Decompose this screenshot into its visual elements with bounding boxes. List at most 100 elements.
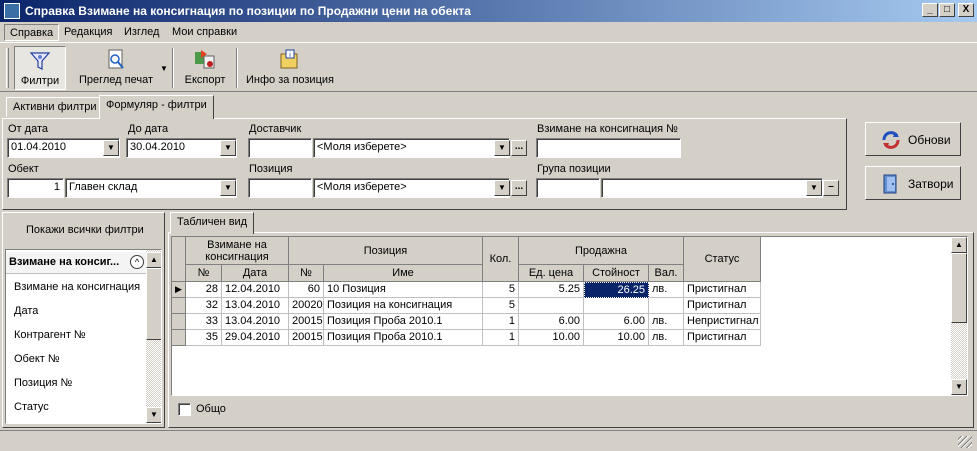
- object-code-input[interactable]: 1: [7, 178, 64, 198]
- table-cell[interactable]: 32: [186, 298, 222, 314]
- list-scroll-thumb[interactable]: [146, 268, 161, 340]
- table-cell[interactable]: 29.04.2010: [222, 330, 289, 346]
- header-date[interactable]: Дата: [222, 265, 289, 282]
- item-group-clear-button[interactable]: –: [823, 180, 839, 196]
- header-sale[interactable]: Продажна: [519, 237, 684, 265]
- table-cell[interactable]: Непристигнал: [684, 314, 761, 330]
- header-status[interactable]: Статус: [684, 237, 761, 282]
- list-item[interactable]: Обект №: [14, 353, 60, 365]
- total-checkbox[interactable]: [178, 403, 191, 416]
- table-cell[interactable]: [584, 298, 649, 314]
- supplier-dropdown-icon[interactable]: ▼: [494, 140, 510, 156]
- table-cell[interactable]: 10.00: [584, 330, 649, 346]
- list-item[interactable]: Статус: [14, 401, 49, 413]
- resize-grip-icon[interactable]: [958, 436, 972, 448]
- table-cell[interactable]: Позиция на консигнация: [324, 298, 483, 314]
- maximize-button[interactable]: □: [939, 3, 955, 17]
- object-dropdown-icon[interactable]: ▼: [220, 180, 236, 196]
- header-currency[interactable]: Вал.: [649, 265, 684, 282]
- table-cell[interactable]: лв.: [649, 314, 684, 330]
- data-grid[interactable]: Взимане на консигнация Позиция Кол. Прод…: [171, 236, 968, 396]
- menu-report[interactable]: Справка: [4, 24, 60, 41]
- table-cell[interactable]: 12.04.2010: [222, 282, 289, 298]
- header-consignment[interactable]: Взимане на консигнация: [186, 237, 289, 265]
- list-item[interactable]: Контрагент №: [14, 329, 86, 341]
- table-cell[interactable]: 6.00: [519, 314, 584, 330]
- table-cell[interactable]: 10 Позиция: [324, 282, 483, 298]
- table-cell[interactable]: 1: [483, 330, 519, 346]
- grid-scroll-down-icon[interactable]: ▼: [951, 379, 967, 395]
- item-code-input[interactable]: [248, 178, 312, 198]
- supplier-code-input[interactable]: [248, 138, 312, 158]
- table-cell[interactable]: Позиция Проба 2010.1: [324, 314, 483, 330]
- filters-button[interactable]: Филтри: [14, 46, 66, 90]
- filter-fields-list[interactable]: Взимане на консиг... ^ Взимане на консиг…: [5, 249, 162, 424]
- minimize-button[interactable]: _: [922, 3, 938, 17]
- menu-my-reports[interactable]: Мои справки: [167, 24, 242, 41]
- supplier-select[interactable]: <Моля изберете>: [313, 138, 510, 158]
- table-cell[interactable]: 13.04.2010: [222, 298, 289, 314]
- show-all-filters-label[interactable]: Покажи всички филтри: [26, 224, 144, 236]
- tab-form-filters[interactable]: Формуляр - филтри: [99, 95, 214, 119]
- close-button[interactable]: Затвори: [865, 166, 961, 200]
- table-cell[interactable]: 20015: [289, 330, 324, 346]
- print-preview-dropdown-icon[interactable]: ▼: [160, 64, 168, 73]
- header-item[interactable]: Позиция: [289, 237, 483, 265]
- header-name[interactable]: Име: [324, 265, 483, 282]
- header-value[interactable]: Стойност: [584, 265, 649, 282]
- table-cell[interactable]: 33: [186, 314, 222, 330]
- list-scroll-up-icon[interactable]: ▲: [146, 252, 161, 268]
- table-cell[interactable]: 5: [483, 282, 519, 298]
- table-cell[interactable]: 10.00: [519, 330, 584, 346]
- to-date-dropdown-icon[interactable]: ▼: [220, 140, 236, 156]
- tab-active-filters[interactable]: Активни филтри: [6, 97, 104, 117]
- item-info-button[interactable]: i Инфо за позиция: [244, 46, 336, 90]
- table-cell[interactable]: [519, 298, 584, 314]
- close-window-button[interactable]: X: [958, 3, 974, 17]
- header-qty[interactable]: Кол.: [483, 237, 519, 282]
- menu-view[interactable]: Изглед: [119, 24, 164, 41]
- table-cell[interactable]: 20015: [289, 314, 324, 330]
- item-browse-button[interactable]: ...: [511, 180, 527, 196]
- grid-scroll-thumb[interactable]: [951, 253, 967, 323]
- table-cell[interactable]: 1: [483, 314, 519, 330]
- item-group-select[interactable]: [601, 178, 823, 198]
- menu-edit[interactable]: Редакция: [59, 24, 117, 41]
- table-cell[interactable]: лв.: [649, 330, 684, 346]
- list-header[interactable]: Взимане на консиг... ^: [6, 252, 146, 274]
- list-scroll-down-icon[interactable]: ▼: [146, 407, 161, 423]
- header-unit-price[interactable]: Ед. цена: [519, 265, 584, 282]
- table-cell[interactable]: лв.: [649, 282, 684, 298]
- table-cell[interactable]: 28: [186, 282, 222, 298]
- table-cell[interactable]: 20020: [289, 298, 324, 314]
- table-cell[interactable]: 13.04.2010: [222, 314, 289, 330]
- table-cell[interactable]: [649, 298, 684, 314]
- table-cell[interactable]: 60: [289, 282, 324, 298]
- header-item-no[interactable]: №: [289, 265, 324, 282]
- table-cell[interactable]: 5: [483, 298, 519, 314]
- table-cell[interactable]: Пристигнал: [684, 330, 761, 346]
- item-dropdown-icon[interactable]: ▼: [494, 180, 510, 196]
- item-select[interactable]: <Моля изберете>: [313, 178, 510, 198]
- export-button[interactable]: Експорт: [180, 46, 230, 90]
- collapse-icon[interactable]: ^: [130, 255, 144, 269]
- table-cell[interactable]: 6.00: [584, 314, 649, 330]
- header-no[interactable]: №: [186, 265, 222, 282]
- table-cell[interactable]: Пристигнал: [684, 298, 761, 314]
- table-cell[interactable]: 5.25: [519, 282, 584, 298]
- item-group-code-input[interactable]: [536, 178, 600, 198]
- tab-table-view[interactable]: Табличен вид: [170, 212, 255, 234]
- refresh-button[interactable]: Обнови: [865, 122, 961, 156]
- object-select[interactable]: Главен склад: [65, 178, 237, 198]
- list-item[interactable]: Позиция №: [14, 377, 72, 389]
- table-cell[interactable]: Пристигнал: [684, 282, 761, 298]
- table-cell[interactable]: Позиция Проба 2010.1: [324, 330, 483, 346]
- print-preview-button[interactable]: Преглед печат: [72, 46, 160, 90]
- grid-scroll-up-icon[interactable]: ▲: [951, 237, 967, 253]
- from-date-dropdown-icon[interactable]: ▼: [103, 140, 119, 156]
- list-item[interactable]: Взимане на консигнация: [14, 281, 140, 293]
- table-cell[interactable]: 35: [186, 330, 222, 346]
- item-group-dropdown-icon[interactable]: ▼: [806, 180, 822, 196]
- supplier-browse-button[interactable]: ...: [511, 140, 527, 156]
- selected-cell[interactable]: 26.25: [584, 282, 649, 298]
